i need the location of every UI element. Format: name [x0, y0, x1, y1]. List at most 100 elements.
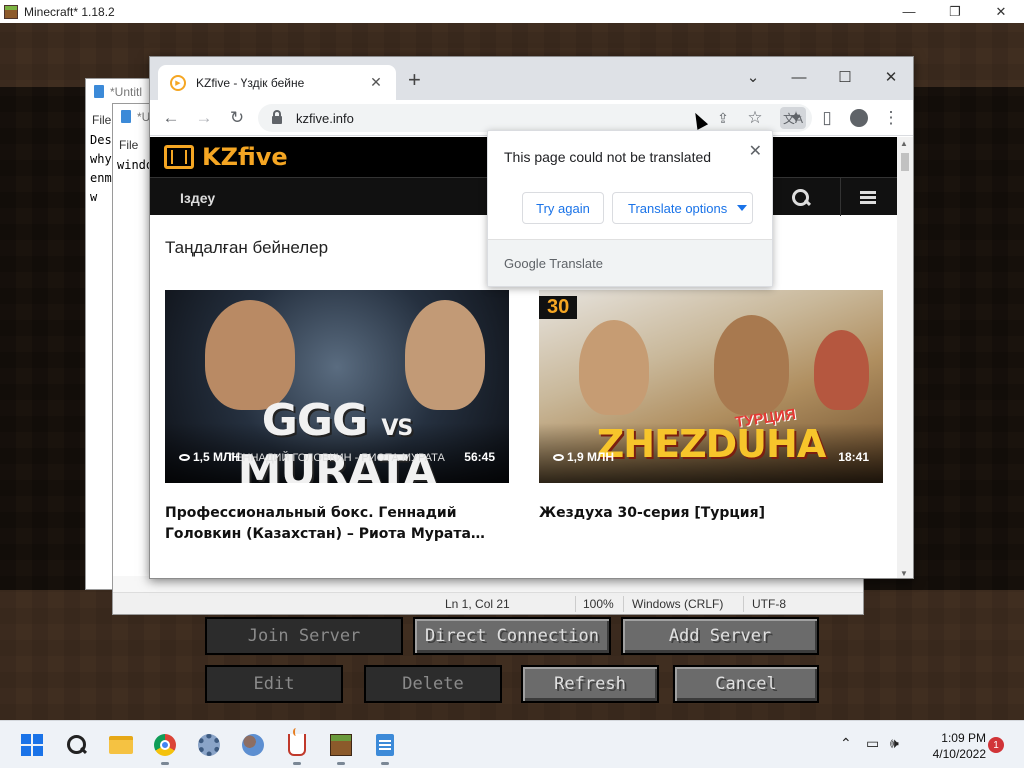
- edit-button[interactable]: Edit: [205, 665, 343, 703]
- view-count-text: 1,5 МЛН: [193, 450, 241, 464]
- video-duration: 18:41: [838, 450, 869, 464]
- notepad-front-tab[interactable]: *U: [121, 110, 150, 124]
- boxer-figure: [205, 300, 295, 410]
- thumbnail-text: VS: [381, 416, 413, 441]
- side-panel-icon[interactable]: ▯: [814, 105, 840, 131]
- chrome-icon: [154, 734, 176, 756]
- notepad-icon: [94, 85, 104, 98]
- extensions-puzzle-icon[interactable]: ✦: [783, 105, 809, 131]
- hamburger-menu-icon[interactable]: [860, 191, 876, 204]
- page-vertical-scrollbar[interactable]: ▲ ▼: [897, 137, 913, 578]
- notepad-icon: [121, 110, 131, 123]
- windows-logo-icon: [21, 734, 43, 756]
- translate-error-message: This page could not be translated: [504, 149, 712, 165]
- eye-icon: [553, 454, 564, 461]
- minecraft-restore-button[interactable]: ❐: [932, 0, 978, 23]
- notification-badge[interactable]: 1: [988, 737, 1004, 753]
- notepad-status-bar: Ln 1, Col 21 100% Windows (CRLF) UTF-8: [113, 592, 863, 614]
- video-title[interactable]: Жездуха 30-серия [Турция]: [539, 503, 883, 524]
- text-line: why: [90, 152, 112, 166]
- line-ending: Windows (CRLF): [632, 597, 724, 611]
- notepad-back-tab[interactable]: *Untitl: [94, 85, 142, 99]
- minecraft-window-title: Minecraft* 1.18.2: [24, 4, 115, 19]
- refresh-button[interactable]: Refresh: [521, 665, 659, 703]
- chrome-taskbar-button[interactable]: [150, 730, 180, 765]
- notepad-back-text[interactable]: Des why enm w: [90, 131, 112, 207]
- view-count: 1,9 МЛН: [553, 450, 614, 464]
- url-text[interactable]: kzfive.info: [296, 111, 354, 126]
- show-hidden-icons-chevron-icon[interactable]: ⌃: [840, 735, 852, 752]
- reload-button[interactable]: ↻: [224, 105, 250, 131]
- delete-button[interactable]: Delete: [364, 665, 502, 703]
- back-button[interactable]: ←: [158, 105, 184, 131]
- try-again-button[interactable]: Try again: [522, 192, 604, 224]
- notepad-front-text[interactable]: windo: [117, 156, 153, 175]
- nav-search-link[interactable]: Іздеу: [180, 190, 215, 206]
- notepad-front-file-menu[interactable]: File: [119, 138, 138, 152]
- lock-icon[interactable]: [272, 110, 282, 124]
- tab-kzfive[interactable]: ▶ KZfive - Үздік бейне ✕: [158, 65, 396, 100]
- thumbnail-headline: GGG VS MURATA: [165, 395, 509, 483]
- notepad-back-file-menu[interactable]: File: [92, 113, 111, 127]
- video-title[interactable]: Профессиональный бокс. Геннадий Головкин…: [165, 503, 509, 545]
- people-taskbar-button[interactable]: [238, 730, 268, 760]
- dropdown-caret-icon: [737, 205, 748, 211]
- video-card[interactable]: GGG VS MURATA ГЕННАДИЙ ГОЛОВКИН - РИОТА …: [165, 290, 509, 545]
- chrome-minimize-button[interactable]: —: [776, 63, 822, 91]
- taskbar-clock[interactable]: 1:09 PM 4/10/2022: [916, 730, 986, 762]
- chrome-close-button[interactable]: ✕: [868, 63, 913, 91]
- add-server-button[interactable]: Add Server: [621, 617, 819, 655]
- minecraft-titlebar: Minecraft* 1.18.2 — ❐ ✕: [0, 0, 1024, 23]
- cancel-button[interactable]: Cancel: [673, 665, 819, 703]
- scroll-down-arrow-icon[interactable]: ▼: [900, 569, 908, 578]
- folder-icon: [109, 736, 133, 754]
- scroll-up-arrow-icon[interactable]: ▲: [900, 139, 908, 148]
- join-server-button[interactable]: Join Server: [205, 617, 403, 655]
- popup-footer: Google Translate: [488, 239, 772, 286]
- status-divider: [623, 596, 624, 612]
- video-card[interactable]: 30 ТУРЦИЯ ZHEZDUHA 1,9 МЛН 18:41 Жездуха…: [539, 290, 883, 524]
- file-explorer-button[interactable]: [106, 730, 136, 760]
- minecraft-minimize-button[interactable]: —: [886, 0, 932, 23]
- play-icon: ▶: [170, 74, 186, 91]
- notepad-taskbar-button[interactable]: [370, 730, 400, 765]
- tab-strip: ▶ KZfive - Үздік бейне ✕ + ⌄ — ☐ ✕: [150, 57, 913, 100]
- gear-icon: [198, 734, 220, 756]
- share-icon[interactable]: ⇪: [710, 105, 736, 131]
- minecraft-taskbar-button[interactable]: [326, 730, 356, 765]
- search-button[interactable]: [62, 730, 92, 760]
- new-tab-button[interactable]: +: [408, 69, 421, 91]
- tab-search-button[interactable]: ⌄: [730, 63, 776, 91]
- direct-connection-button[interactable]: Direct Connection: [413, 617, 611, 655]
- video-thumbnail[interactable]: GGG VS MURATA ГЕННАДИЙ ГОЛОВКИН - РИОТА …: [165, 290, 509, 483]
- network-icon[interactable]: ▭: [866, 735, 879, 752]
- google-translate-brand: Google Translate: [504, 256, 604, 271]
- encoding: UTF-8: [752, 597, 786, 611]
- forward-button[interactable]: →: [191, 105, 217, 131]
- profile-avatar-icon[interactable]: [846, 105, 872, 131]
- chrome-maximize-button[interactable]: ☐: [822, 63, 868, 91]
- bookmark-star-icon[interactable]: ☆: [742, 105, 768, 131]
- cursor-position: Ln 1, Col 21: [445, 597, 510, 611]
- text-line: Des: [90, 133, 112, 147]
- people-icon: [242, 734, 264, 756]
- text-line: windo: [117, 158, 154, 172]
- notepad-icon: [376, 734, 394, 756]
- search-icon: [67, 735, 87, 755]
- translate-options-button[interactable]: Translate options: [612, 192, 753, 224]
- text-line: enm: [90, 171, 112, 185]
- java-taskbar-button[interactable]: [282, 728, 312, 765]
- popup-close-icon[interactable]: ✕: [749, 141, 762, 161]
- tab-close-icon[interactable]: ✕: [368, 74, 384, 91]
- search-icon[interactable]: [791, 188, 811, 208]
- site-logo[interactable]: KZfive: [202, 143, 288, 171]
- scrollbar-thumb[interactable]: [901, 153, 909, 171]
- video-duration: 56:45: [464, 450, 495, 464]
- video-thumbnail[interactable]: 30 ТУРЦИЯ ZHEZDUHA 1,9 МЛН 18:41: [539, 290, 883, 483]
- minecraft-close-button[interactable]: ✕: [978, 0, 1024, 23]
- chrome-menu-icon[interactable]: ⋮: [878, 105, 904, 131]
- settings-taskbar-button[interactable]: [194, 730, 224, 760]
- volume-icon[interactable]: 🕪: [890, 735, 899, 752]
- start-button[interactable]: [17, 730, 47, 760]
- notepad-back-title: *Untitl: [110, 85, 143, 99]
